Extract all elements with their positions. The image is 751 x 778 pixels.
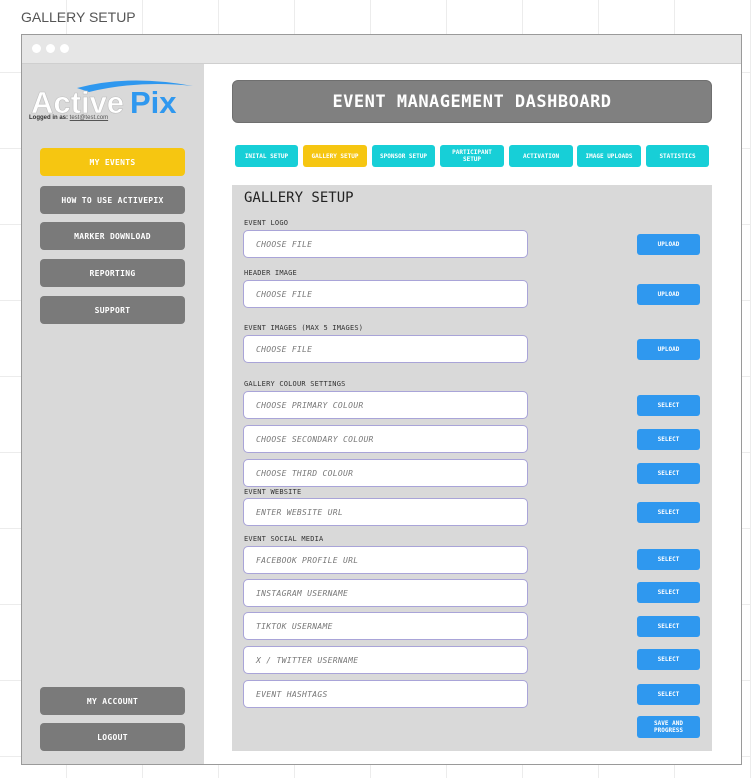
event-website-label: EVENT WEBSITE bbox=[244, 488, 302, 496]
sidebar-item-how-to-use[interactable]: HOW TO USE ACTIVEPIX bbox=[40, 186, 185, 214]
tab-gallery-setup[interactable]: GALLERY SETUP bbox=[303, 145, 367, 167]
third-colour-select-button[interactable]: SELECT bbox=[637, 463, 700, 484]
header-image-upload-button[interactable]: UPLOAD bbox=[637, 284, 700, 305]
instagram-select-button[interactable]: SELECT bbox=[637, 582, 700, 603]
my-account-button[interactable]: MY ACCOUNT bbox=[40, 687, 185, 715]
sidebar-item-my-events[interactable]: MY EVENTS bbox=[40, 148, 185, 176]
tiktok-username-input[interactable]: TIKTOK USERNAME bbox=[243, 612, 528, 640]
secondary-colour-select-button[interactable]: SELECT bbox=[637, 429, 700, 450]
instagram-username-input[interactable]: INSTAGRAM USERNAME bbox=[243, 579, 528, 607]
tab-activation[interactable]: ACTIVATION bbox=[509, 145, 573, 167]
tab-statistics[interactable]: STATISTICS bbox=[646, 145, 709, 167]
header-image-label: HEADER IMAGE bbox=[244, 269, 297, 277]
primary-colour-input[interactable]: CHOOSE PRIMARY COLOUR bbox=[243, 391, 528, 419]
save-and-progress-button[interactable]: SAVE AND PROGRESS bbox=[637, 716, 700, 738]
tab-image-uploads[interactable]: IMAGE UPLOADS bbox=[577, 145, 641, 167]
page-title: EVENT MANAGEMENT DASHBOARD bbox=[232, 80, 712, 123]
gallery-colour-label: GALLERY COLOUR SETTINGS bbox=[244, 380, 346, 388]
sidebar-item-reporting[interactable]: REPORTING bbox=[40, 259, 185, 287]
event-images-file-input[interactable]: CHOOSE FILE bbox=[243, 335, 528, 363]
sidebar: Active Pix Logged in as: test@test.com M… bbox=[22, 64, 204, 764]
logout-button[interactable]: LOGOUT bbox=[40, 723, 185, 751]
logged-in-status: Logged in as: test@test.com bbox=[29, 115, 108, 121]
tab-sponsor-setup[interactable]: SPONSOR SETUP bbox=[372, 145, 435, 167]
window-dot-icon bbox=[46, 44, 55, 53]
event-images-upload-button[interactable]: UPLOAD bbox=[637, 339, 700, 360]
secondary-colour-input[interactable]: CHOOSE SECONDARY COLOUR bbox=[243, 425, 528, 453]
event-website-input[interactable]: ENTER WEBSITE URL bbox=[243, 498, 528, 526]
frame-title: GALLERY SETUP bbox=[21, 9, 136, 25]
sidebar-item-marker-download[interactable]: MARKER DOWNLOAD bbox=[40, 222, 185, 250]
event-hashtags-input[interactable]: EVENT HASHTAGS bbox=[243, 680, 528, 708]
logged-in-user[interactable]: test@test.com bbox=[70, 115, 108, 121]
window-dot-icon bbox=[32, 44, 41, 53]
event-website-select-button[interactable]: SELECT bbox=[637, 502, 700, 523]
event-images-label: EVENT IMAGES (MAX 5 IMAGES) bbox=[244, 324, 364, 332]
header-image-file-input[interactable]: CHOOSE FILE bbox=[243, 280, 528, 308]
window-titlebar bbox=[22, 35, 741, 64]
gallery-setup-panel: GALLERY SETUP EVENT LOGO CHOOSE FILE UPL… bbox=[232, 185, 712, 751]
twitter-select-button[interactable]: SELECT bbox=[637, 649, 700, 670]
tiktok-select-button[interactable]: SELECT bbox=[637, 616, 700, 637]
primary-colour-select-button[interactable]: SELECT bbox=[637, 395, 700, 416]
event-logo-upload-button[interactable]: UPLOAD bbox=[637, 234, 700, 255]
tab-inital-setup[interactable]: INITAL SETUP bbox=[235, 145, 298, 167]
panel-title: GALLERY SETUP bbox=[244, 190, 354, 206]
third-colour-input[interactable]: CHOOSE THIRD COLOUR bbox=[243, 459, 528, 487]
facebook-select-button[interactable]: SELECT bbox=[637, 549, 700, 570]
twitter-username-input[interactable]: X / TWITTER USERNAME bbox=[243, 646, 528, 674]
app-window: Active Pix Logged in as: test@test.com M… bbox=[21, 34, 742, 765]
logged-in-label: Logged in as: bbox=[29, 115, 68, 121]
svg-text:Pix: Pix bbox=[130, 85, 177, 120]
tab-participant-setup[interactable]: PARTICIPANT SETUP bbox=[440, 145, 504, 167]
window-dot-icon bbox=[60, 44, 69, 53]
main-content: EVENT MANAGEMENT DASHBOARD INITAL SETUP … bbox=[204, 64, 741, 764]
sidebar-item-support[interactable]: SUPPORT bbox=[40, 296, 185, 324]
facebook-profile-input[interactable]: FACEBOOK PROFILE URL bbox=[243, 546, 528, 574]
event-logo-file-input[interactable]: CHOOSE FILE bbox=[243, 230, 528, 258]
event-logo-label: EVENT LOGO bbox=[244, 219, 289, 227]
event-social-media-label: EVENT SOCIAL MEDIA bbox=[244, 535, 324, 543]
hashtags-select-button[interactable]: SELECT bbox=[637, 684, 700, 705]
